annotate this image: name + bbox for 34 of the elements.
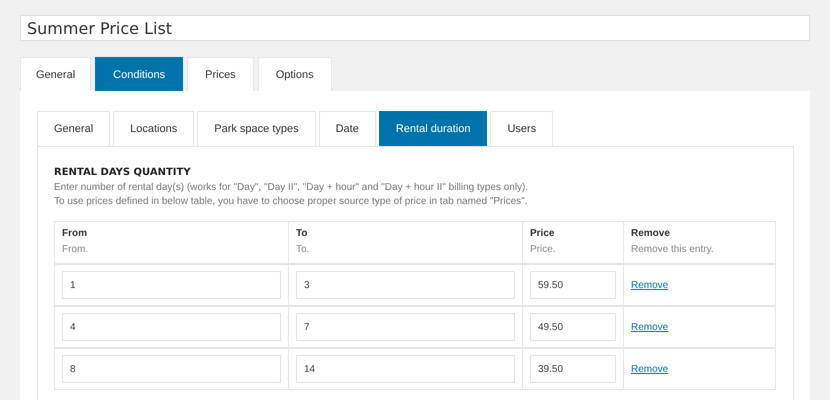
column-hint: Price. xyxy=(530,244,557,255)
tab[interactable]: Rental duration xyxy=(378,111,488,146)
description-text: Enter number of rental day(s) (works for "Day", "Day II", "Day + hour" and "Day + hour II" billing types only). xyxy=(54,181,530,195)
tab[interactable]: Users xyxy=(490,111,554,146)
description-text: To use prices defined in below table, you have to choose proper source type of price in tab named "Prices". xyxy=(54,195,528,209)
column-hint: Remove this entry. xyxy=(631,244,715,255)
column-hint: From. xyxy=(62,244,90,255)
remove-link[interactable]: Remove xyxy=(631,322,668,332)
column-hint: To. xyxy=(296,244,310,255)
from-field[interactable]: 8 xyxy=(62,355,281,383)
column-title: Remove xyxy=(631,228,671,239)
tab[interactable]: General xyxy=(20,57,92,91)
tab[interactable]: Options xyxy=(258,57,332,91)
tab[interactable]: Park space types xyxy=(197,111,316,146)
price-field[interactable]: 59.50 xyxy=(530,271,616,299)
to-field[interactable]: 3 xyxy=(296,271,515,299)
tab[interactable]: General xyxy=(37,111,110,146)
title-field[interactable]: Summer Price List xyxy=(20,15,810,41)
tab[interactable]: Conditions xyxy=(95,57,184,91)
to-field[interactable]: 7 xyxy=(296,313,515,341)
from-field[interactable]: 1 xyxy=(62,271,281,299)
price-field[interactable]: 39.50 xyxy=(530,355,616,383)
tab[interactable]: Prices xyxy=(187,57,254,91)
tab[interactable]: Date xyxy=(318,111,376,146)
price-field[interactable]: 49.50 xyxy=(530,313,616,341)
column-title: From xyxy=(62,228,88,239)
section-heading: RENTAL DAYS QUANTITY xyxy=(54,167,192,178)
column-title: To xyxy=(296,228,308,239)
column-title: Price xyxy=(530,228,556,239)
to-field[interactable]: 14 xyxy=(296,355,515,383)
from-field[interactable]: 4 xyxy=(62,313,281,341)
tab[interactable]: Locations xyxy=(113,111,194,146)
remove-link[interactable]: Remove xyxy=(631,364,668,374)
remove-link[interactable]: Remove xyxy=(631,280,668,290)
